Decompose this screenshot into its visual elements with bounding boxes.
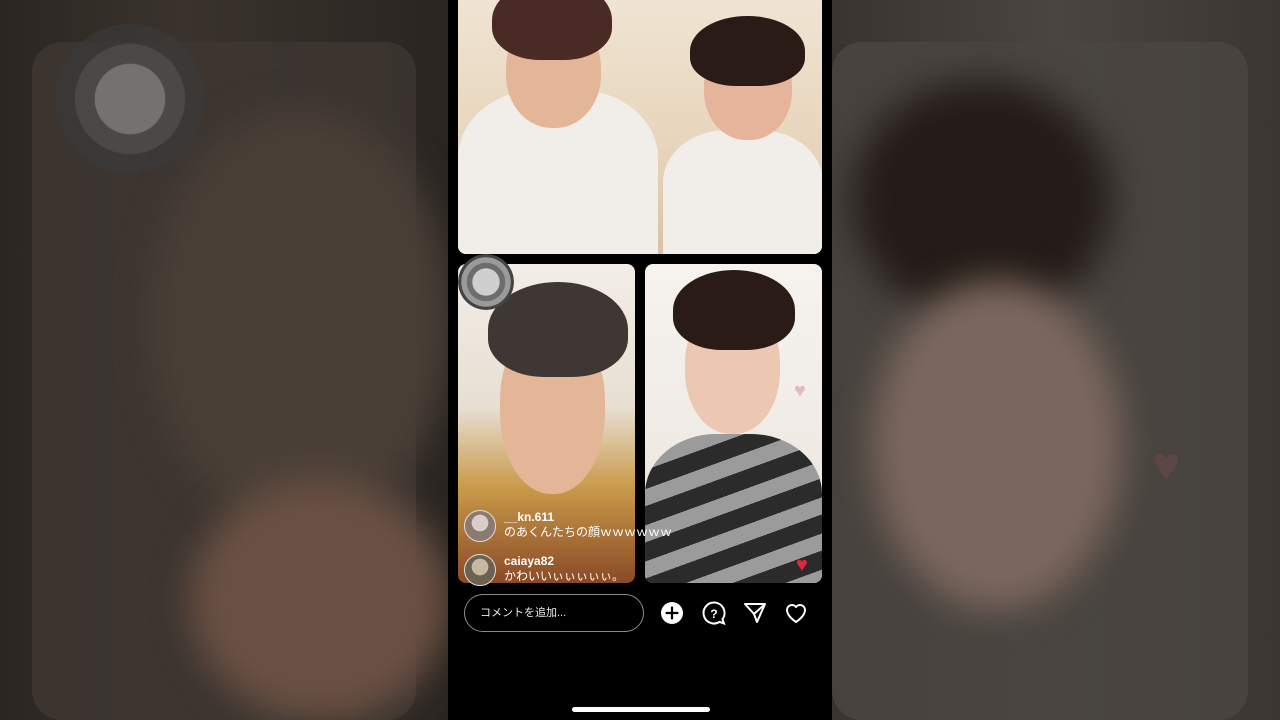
- plus-circle-icon[interactable]: [659, 600, 685, 626]
- comment-username[interactable]: __kn.611: [504, 510, 672, 524]
- floating-heart-icon: ♥: [796, 554, 808, 576]
- comment-text: のあくんたちの顔ｗｗｗｗｗｗ: [504, 525, 673, 539]
- person-hair: [673, 270, 795, 350]
- video-tile-host: [458, 0, 822, 254]
- ghost-ring-icon: [40, 14, 220, 184]
- person-shape: [663, 130, 822, 254]
- ghost-heart-icon: ♥: [1152, 439, 1181, 492]
- blurred-backdrop-right: [832, 0, 1280, 720]
- comment-text: かわいいぃぃぃぃぃ。: [504, 569, 625, 583]
- host-badge-icon: [458, 254, 514, 310]
- svg-text:?: ?: [710, 607, 717, 621]
- paper-plane-icon[interactable]: [742, 600, 768, 626]
- person-hair: [492, 0, 612, 60]
- backdrop-face: [190, 480, 448, 720]
- blurred-backdrop-left: [0, 0, 448, 720]
- comment-username[interactable]: caiaya82: [504, 554, 624, 568]
- person-hair: [690, 16, 805, 86]
- comment-item: __kn.611 のあくんたちの顔ｗｗｗｗｗｗ: [464, 510, 672, 542]
- avatar[interactable]: [464, 554, 496, 586]
- question-bubble-icon[interactable]: ?: [701, 600, 727, 626]
- avatar[interactable]: [464, 510, 496, 542]
- heart-outline-icon[interactable]: [783, 600, 809, 626]
- comment-input[interactable]: コメントを追加...: [464, 594, 644, 632]
- backdrop-figure: [150, 110, 448, 530]
- home-indicator[interactable]: [572, 707, 710, 712]
- backdrop-face: [872, 280, 1122, 610]
- floating-heart-icon: ♥: [794, 380, 806, 402]
- comment-item: caiaya82 かわいいぃぃぃぃぃ。: [464, 554, 624, 586]
